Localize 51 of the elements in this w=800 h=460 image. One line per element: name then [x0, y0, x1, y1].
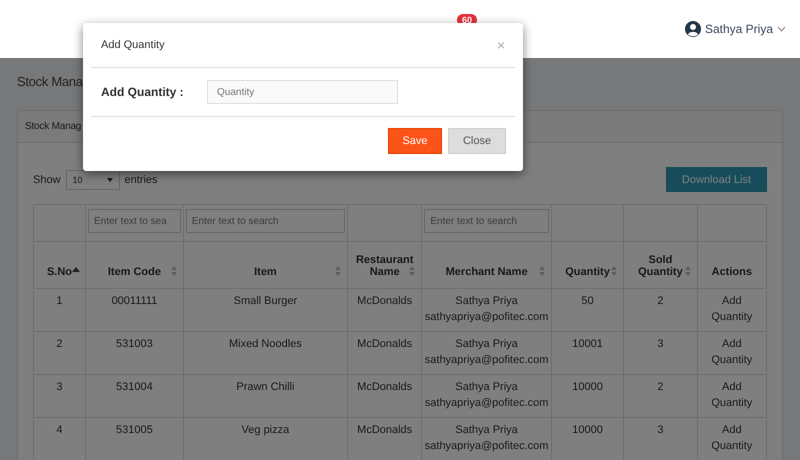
merchant-name: Sathya Priya [455, 338, 518, 350]
merchant-name: Sathya Priya [455, 295, 518, 307]
table-cell: Veg pizza [242, 424, 290, 436]
table-cell: 3 [56, 381, 63, 393]
save-button[interactable]: Save [388, 128, 442, 154]
table-cell: McDonalds [357, 424, 412, 436]
user-avatar-icon [684, 21, 701, 37]
download-list-button[interactable]: Download List [666, 167, 767, 192]
table-cell: 3 [657, 338, 664, 350]
column-search-field[interactable]: Enter text to sea [88, 209, 181, 233]
table-cell: Mixed Noodles [229, 338, 302, 350]
card-title: Stock Manag [25, 121, 82, 132]
table-cell: 10000 [572, 424, 603, 436]
modal-title: Add Quantity [101, 39, 165, 51]
merchant-email: sathyapriya@pofitec.com [424, 311, 548, 323]
table-cell: 10000 [572, 381, 603, 393]
page-title: Stock Mana [17, 74, 83, 89]
table-cell: 3 [657, 424, 664, 436]
table-cell: 50 [581, 295, 594, 307]
table-cell: 4 [56, 424, 63, 436]
user-name[interactable]: Sathya Priya [704, 22, 773, 36]
merchant-name: Sathya Priya [455, 381, 518, 393]
table-cell: 531004 [116, 381, 153, 393]
close-button[interactable]: Close [448, 128, 506, 154]
table-cell: 2 [657, 295, 664, 307]
chevron-down-icon[interactable] [777, 26, 786, 32]
table-cell: 2 [56, 338, 63, 350]
merchant-email: sathyapriya@pofitec.com [424, 440, 548, 452]
quantity-field[interactable]: Quantity [207, 80, 398, 104]
table-cell: McDonalds [357, 381, 412, 393]
entries-select[interactable]: 10 [66, 170, 120, 190]
table-cell: Small Burger [234, 295, 298, 307]
table-cell: McDonalds [357, 338, 412, 350]
show-label: Show [33, 174, 61, 186]
table-cell: 531003 [116, 338, 153, 350]
dropdown-arrow-icon[interactable] [106, 178, 113, 182]
table-cell: 531005 [116, 424, 153, 436]
column-search-field[interactable]: Enter text to search [186, 209, 345, 233]
column-search-field[interactable]: Enter text to search [424, 209, 549, 233]
table-cell: McDonalds [357, 295, 412, 307]
merchant-email: sathyapriya@pofitec.com [424, 354, 548, 366]
entries-label: entries [124, 174, 158, 186]
table-cell: 10001 [572, 338, 603, 350]
merchant-name: Sathya Priya [455, 424, 518, 436]
table-cell: 2 [657, 381, 664, 393]
merchant-email: sathyapriya@pofitec.com [424, 397, 548, 409]
close-icon[interactable]: × [496, 37, 505, 53]
table-cell: Prawn Chilli [236, 381, 294, 393]
table-cell: 00011111 [112, 295, 158, 307]
field-label: Add Quantity : [101, 85, 185, 99]
table-cell: 1 [56, 295, 63, 307]
